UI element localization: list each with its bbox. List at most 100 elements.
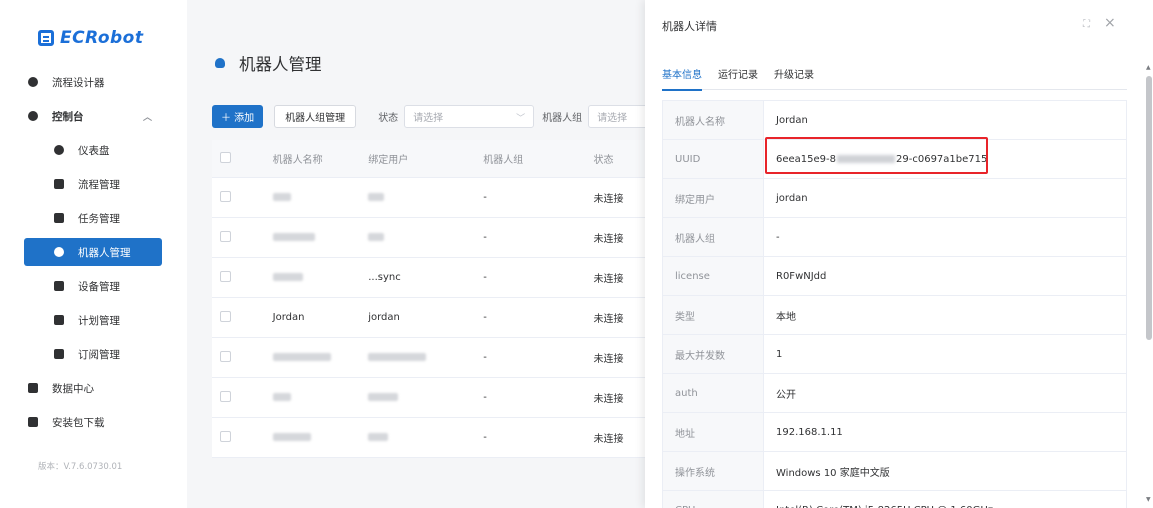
row-checkbox[interactable] — [220, 390, 231, 402]
bound-user-cell — [368, 232, 483, 243]
robot-group-cell: - — [483, 232, 487, 243]
detail-key: 最大并发数 — [663, 335, 764, 373]
sidebar-item-device-manage[interactable]: 设备管理 — [24, 272, 162, 300]
redacted-text — [272, 233, 315, 241]
drawer-title: 机器人详情 — [662, 20, 717, 33]
table-row[interactable]: - 未连接 — [212, 378, 652, 418]
sidebar-item-dashboard[interactable]: 仪表盘 — [24, 136, 162, 164]
chevron-up-icon: ︿ — [142, 113, 152, 123]
sidebar-item-label: 订阅管理 — [78, 348, 120, 361]
detail-key: license — [663, 257, 764, 295]
row-checkbox[interactable] — [220, 350, 231, 362]
detail-value: 192.168.1.11 — [776, 426, 843, 438]
robot-name-cell — [272, 432, 369, 443]
robot-group-cell: - — [483, 392, 487, 403]
tab-run-records[interactable]: 运行记录 — [718, 66, 758, 90]
detail-key: CPU — [663, 491, 764, 508]
status-select-placeholder: 请选择 — [413, 113, 444, 124]
sidebar-item-label: 计划管理 — [78, 314, 120, 327]
sidebar-item-label: 任务管理 — [78, 212, 120, 225]
detail-value: - — [776, 231, 780, 243]
scroll-down-arrow-icon[interactable]: ▼ — [1146, 496, 1151, 503]
table-row[interactable]: - 未连接 — [212, 418, 652, 458]
row-checkbox[interactable] — [220, 270, 231, 282]
detail-key: 操作系统 — [663, 452, 764, 490]
robot-group-cell: - — [483, 312, 487, 323]
robot-group-cell: - — [483, 272, 487, 283]
uuid-highlight-box — [765, 137, 988, 174]
page-title: 机器人管理 — [215, 51, 322, 75]
close-icon[interactable]: × — [1104, 15, 1116, 31]
detail-key: 类型 — [663, 296, 764, 334]
sidebar-item-label: 流程设计器 — [52, 76, 105, 89]
bound-user-cell: ...sync — [368, 272, 401, 283]
sidebar-item-robot-manage[interactable]: 机器人管理 — [24, 238, 162, 266]
robot-group-cell: - — [483, 352, 487, 363]
brand-logo[interactable]: ECRobot — [38, 28, 144, 48]
row-checkbox[interactable] — [220, 310, 231, 322]
table-row[interactable]: - 未连接 — [212, 218, 652, 258]
expand-icon[interactable]: ⛶ — [1083, 19, 1090, 30]
detail-row: 类型 本地 — [663, 296, 1126, 335]
group-select[interactable]: 请选择 — [588, 105, 649, 128]
scrollbar-thumb[interactable] — [1146, 76, 1152, 340]
table-header: 机器人名称 绑定用户 机器人组 状态 — [212, 140, 652, 178]
select-all-checkbox[interactable] — [220, 151, 231, 163]
robot-detail-drawer: 机器人详情 ⛶ × 基本信息 运行记录 升级记录 机器人名称 Jordan UU… — [645, 0, 1153, 508]
redacted-text — [368, 353, 427, 361]
row-checkbox[interactable] — [220, 430, 231, 442]
sidebar-item-data-center[interactable]: 数据中心 — [24, 374, 162, 402]
tab-basic-info[interactable]: 基本信息 — [662, 66, 702, 91]
robot-table: 机器人名称 绑定用户 机器人组 状态 - 未连接 - 未连接 ...sync -… — [212, 140, 652, 458]
detail-value: R0FwNJdd — [776, 270, 827, 282]
sidebar-item-task-manage[interactable]: 任务管理 — [24, 204, 162, 232]
row-checkbox[interactable] — [220, 230, 231, 242]
detail-row: 机器人组 - — [663, 218, 1126, 257]
redacted-text — [272, 193, 291, 201]
redacted-text — [272, 353, 331, 361]
redacted-text — [272, 273, 303, 281]
table-row[interactable]: Jordan jordan - 未连接 — [212, 298, 652, 338]
sidebar-item-console[interactable]: 控制台 ︿ — [24, 102, 162, 130]
sidebar-item-package-download[interactable]: 安装包下载 — [24, 408, 162, 436]
tab-upgrade-records[interactable]: 升级记录 — [774, 66, 814, 90]
redacted-text — [368, 433, 389, 441]
robot-name-cell — [272, 192, 369, 203]
robot-group-manage-button[interactable]: 机器人组管理 — [274, 105, 357, 128]
status-cell: 未连接 — [593, 234, 624, 245]
robot-icon — [54, 247, 64, 257]
add-robot-button[interactable]: ＋ 添加 — [212, 105, 264, 128]
detail-value: 公开 — [776, 389, 796, 401]
detail-key: auth — [663, 374, 764, 412]
column-header-user: 绑定用户 — [368, 155, 409, 166]
table-row[interactable]: - 未连接 — [212, 338, 652, 378]
group-select-placeholder: 请选择 — [597, 113, 628, 124]
detail-row: auth 公开 — [663, 374, 1126, 413]
redacted-text — [368, 233, 385, 241]
sidebar-item-subscription-manage[interactable]: 订阅管理 — [24, 340, 162, 368]
robot-name-cell — [272, 272, 369, 283]
detail-value: Jordan — [776, 114, 808, 126]
sidebar-item-flow-manage[interactable]: 流程管理 — [24, 170, 162, 198]
sidebar-item-plan-manage[interactable]: 计划管理 — [24, 306, 162, 334]
sidebar-item-flow-designer[interactable]: 流程设计器 — [24, 68, 162, 96]
detail-value: 本地 — [776, 311, 796, 323]
app-root: ECRobot 流程设计器 控制台 ︿ 仪表盘 流程管理 任务管理 机器人管理 — [0, 0, 1153, 508]
scroll-up-arrow-icon[interactable]: ▲ — [1146, 64, 1151, 71]
robot-group-cell: - — [483, 432, 487, 443]
column-header-group: 机器人组 — [483, 155, 524, 166]
table-row[interactable]: ...sync - 未连接 — [212, 258, 652, 298]
bound-user-cell — [368, 432, 483, 443]
table-row[interactable]: - 未连接 — [212, 178, 652, 218]
drawer-scrollbar[interactable]: ▲ ▼ — [1145, 60, 1153, 508]
row-checkbox[interactable] — [220, 190, 231, 202]
brand-name: ECRobot — [60, 28, 144, 48]
status-select[interactable]: 请选择 ﹀ — [404, 105, 535, 128]
sidebar-item-label: 机器人管理 — [78, 246, 131, 259]
detail-row: 绑定用户 jordan — [663, 179, 1126, 218]
bound-user-cell — [368, 192, 483, 203]
status-cell: 未连接 — [593, 274, 624, 285]
sidebar-item-label: 仪表盘 — [78, 144, 110, 157]
download-icon — [28, 417, 38, 427]
compass-icon — [28, 77, 38, 87]
